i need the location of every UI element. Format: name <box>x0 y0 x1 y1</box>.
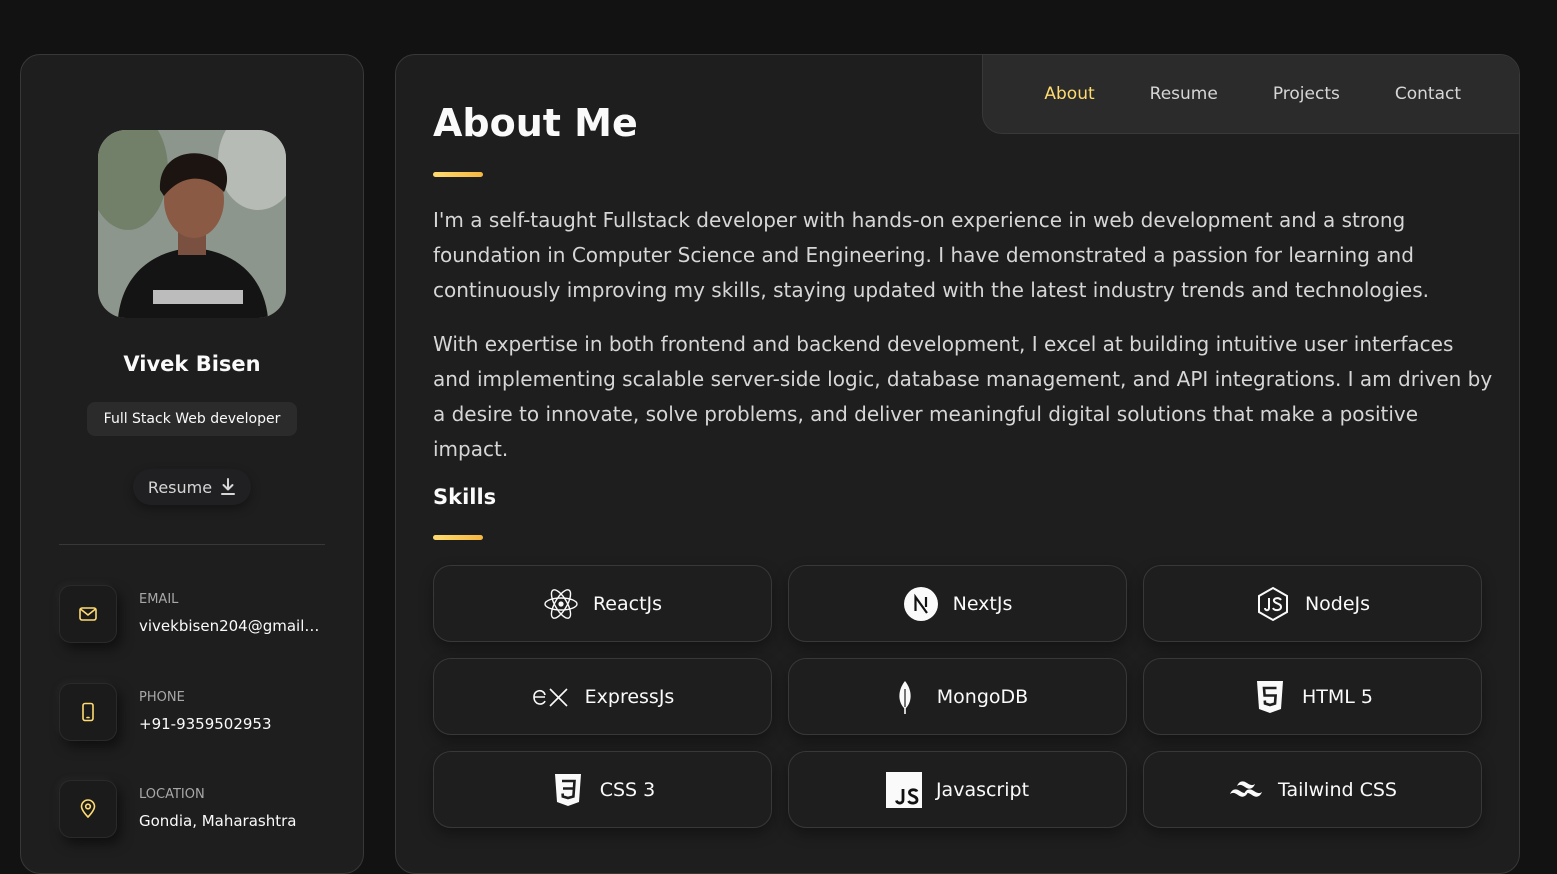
javascript-icon <box>885 771 922 808</box>
express-icon <box>532 687 568 707</box>
nav-projects[interactable]: Projects <box>1273 84 1340 104</box>
skill-card-tailwind: Tailwind CSS <box>1143 751 1482 828</box>
about-paragraph-2: With expertise in both frontend and back… <box>433 332 1493 461</box>
resume-button-label: Resume <box>147 477 213 497</box>
location-icon-box <box>59 780 117 838</box>
contact-location: LOCATION Gondia, Maharashtra <box>59 780 339 838</box>
skill-label: Tailwind CSS <box>1277 778 1397 801</box>
mail-icon <box>79 607 97 621</box>
profile-sidebar: Vivek Bisen Full Stack Web developer Res… <box>20 54 364 874</box>
mongodb-icon <box>899 680 911 714</box>
skill-card-nodejs: NodeJs <box>1143 565 1482 642</box>
main-content: About Resume Projects Contact About Me I… <box>395 54 1520 874</box>
tailwind-icon <box>1229 780 1262 797</box>
contact-location-label: LOCATION <box>139 787 205 802</box>
phone-icon <box>82 702 94 722</box>
avatar <box>98 130 286 318</box>
sidebar-divider <box>59 544 325 545</box>
skill-card-css3: CSS 3 <box>433 751 772 828</box>
contact-location-value: Gondia, Maharashtra <box>139 812 297 830</box>
skill-label: CSS 3 <box>599 778 656 801</box>
skill-card-javascript: Javascript <box>788 751 1127 828</box>
download-icon <box>221 478 236 495</box>
html5-icon <box>1257 680 1283 713</box>
skills-underline <box>433 535 483 540</box>
skill-card-mongodb: MongoDB <box>788 658 1127 735</box>
nextjs-icon <box>903 586 938 621</box>
profile-name: Vivek Bisen <box>123 352 261 376</box>
skill-card-html5: HTML 5 <box>1143 658 1482 735</box>
skill-label: HTML 5 <box>1302 685 1373 708</box>
nav-resume[interactable]: Resume <box>1150 84 1218 104</box>
skill-card-express: ExpressJs <box>433 658 772 735</box>
nodejs-icon <box>1257 586 1288 621</box>
skill-label: Javascript <box>935 778 1030 801</box>
avatar-photo <box>98 130 286 318</box>
contact-phone-label: PHONE <box>139 690 185 705</box>
skill-label: ExpressJs <box>584 685 675 708</box>
contact-phone: PHONE +91-9359502953 <box>59 683 339 741</box>
skill-label: NodeJs <box>1304 592 1371 615</box>
phone-icon-box <box>59 683 117 741</box>
skill-label: NextJs <box>952 592 1013 615</box>
skill-card-nextjs: NextJs <box>788 565 1127 642</box>
location-icon <box>80 799 96 819</box>
react-icon <box>544 588 578 619</box>
page-title: About Me <box>433 101 638 145</box>
profile-title-badge: Full Stack Web developer <box>87 402 297 436</box>
title-underline <box>433 172 483 177</box>
skill-card-react: ReactJs <box>433 565 772 642</box>
mail-icon-box <box>59 585 117 643</box>
contact-phone-value[interactable]: +91-9359502953 <box>139 715 324 733</box>
css3-icon <box>554 773 581 806</box>
contact-email-label: EMAIL <box>139 592 179 607</box>
nav-about[interactable]: About <box>1044 84 1094 104</box>
contact-email: EMAIL vivekbisen204@gmail.com <box>59 585 339 643</box>
skill-label: MongoDB <box>936 685 1029 708</box>
skill-label: ReactJs <box>592 592 663 615</box>
nav-contact[interactable]: Contact <box>1395 84 1461 104</box>
navbar: About Resume Projects Contact <box>982 55 1519 134</box>
skills-grid: ReactJs NextJs NodeJs ExpressJs MongoDB … <box>433 565 1482 828</box>
contact-email-value[interactable]: vivekbisen204@gmail.com <box>139 617 324 635</box>
about-paragraph-1: I'm a self-taught Fullstack developer wi… <box>433 208 1430 302</box>
skills-title: Skills <box>433 485 497 509</box>
resume-download-button[interactable]: Resume <box>133 469 251 505</box>
